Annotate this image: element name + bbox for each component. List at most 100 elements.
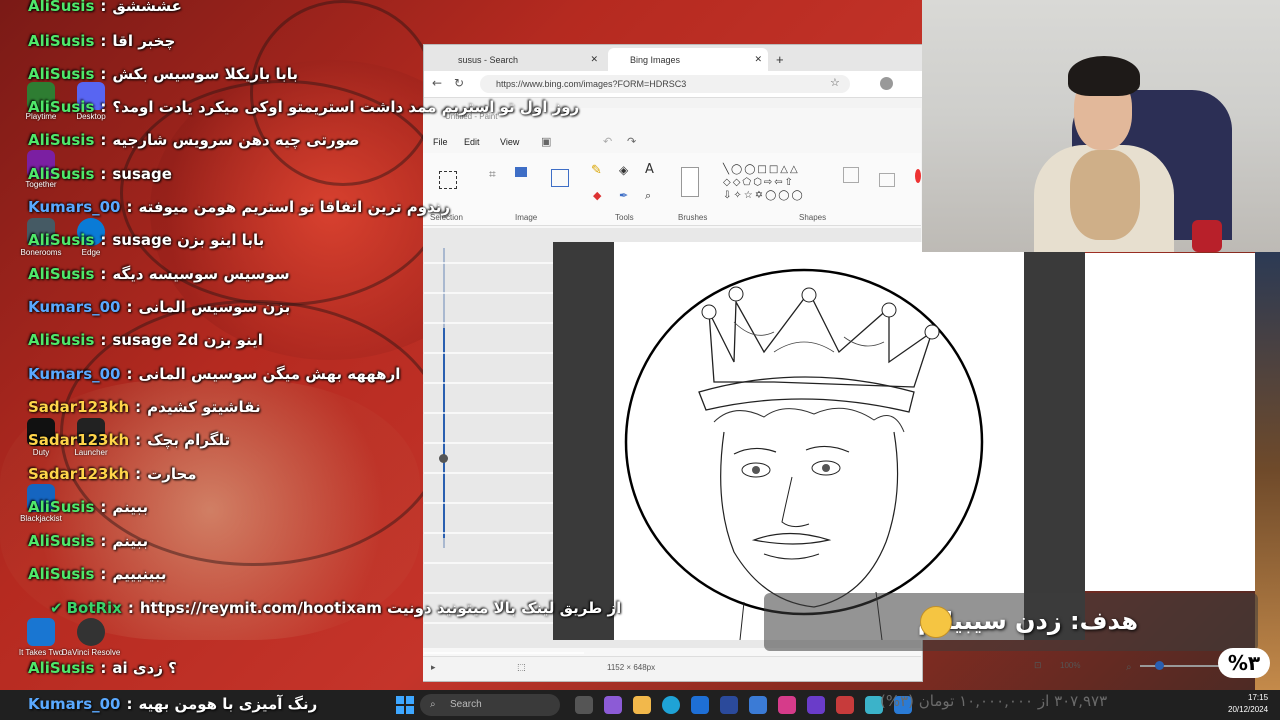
chat-message-text: ببینم [112,532,149,550]
copilot-icon[interactable] [604,696,622,714]
fill-shape-icon[interactable] [879,173,895,187]
chat-message-text: ارهههه بهش میگن سوسیس المانی [138,365,401,383]
fit-icon[interactable]: ⊡ [1034,661,1042,671]
chat-separator: : [100,331,107,349]
chat-separator: : [100,98,107,116]
chat-message: AliSusis: susage [14,160,172,188]
drawing-canvas[interactable] [614,242,1024,641]
undo-icon[interactable]: ↶ [603,135,612,148]
chat-username: AliSusis [28,659,95,677]
magnifier-icon[interactable]: ⌕ [645,189,651,203]
fill-icon[interactable]: ◈ [619,163,628,177]
chat-separator: : [126,298,133,316]
rider-icon[interactable] [807,696,825,714]
chat-separator: : [100,659,107,677]
chat-separator: : [126,365,133,383]
zoom-level[interactable]: 100% [1060,661,1080,670]
chat-username: AliSusis [28,565,95,583]
chat-message-text: سوسیس سوسیسه دیگه [112,265,290,283]
chat-message: AliSusis: صورتی چیه دهن سرویس شارجیه [14,126,360,154]
chat-username: AliSusis [28,32,95,50]
chat-message: Kumars_00: بزن سوسیس المانی [14,293,290,321]
surprised-emoji-icon [920,606,952,638]
taskbar-clock[interactable]: 17:15 20/12/2024 [1228,692,1268,716]
tab-bing-images[interactable]: Bing Images ✕ [608,48,768,71]
new-tab-button[interactable]: + [776,48,796,71]
donation-goal-banner: هدف: زدن سیبیلام [764,593,1258,651]
search-icon: ⌕ [430,699,436,710]
brushes-icon[interactable] [681,167,699,197]
outline-icon[interactable] [843,167,859,183]
chat-message-text: susage [112,165,172,183]
canvas-extension [1085,253,1255,591]
zoom-out-icon[interactable]: ⌕ [1126,662,1132,673]
chat-message-text: ai ؟ زدی [112,659,177,677]
chat-separator: : [135,398,142,416]
shirt-graphic [1070,150,1140,240]
chat-username: Sadar123kh [28,465,130,483]
zoom-slider[interactable] [1140,665,1220,667]
redo-icon[interactable]: ↷ [627,135,636,148]
task-view-icon[interactable] [575,696,593,714]
chat-username: AliSusis [28,165,95,183]
chat-message: AliSusis: ببینم [14,493,148,521]
chat-message: Kumars_00: رندوم ترین اتفاقا تو استریم هو… [14,193,450,221]
chat-message: ✔ BotRix: https://reymit.com/hootixam از ط… [50,594,621,622]
paint-icon[interactable] [749,696,767,714]
close-icon[interactable]: ✕ [754,54,762,65]
chat-separator: : [135,431,142,449]
chat-separator: : [100,532,107,550]
edge-icon[interactable] [662,696,680,714]
close-icon[interactable]: ✕ [590,54,598,65]
zoom-slider-thumb[interactable] [1155,661,1164,670]
tab-bing-images-label: Bing Images [630,54,681,65]
group-label-shapes: Shapes [799,213,827,222]
chat-separator: : [100,565,107,583]
chat-message: AliSusis: ai ؟ زدی [14,654,177,682]
chat-message-text: رندوم ترین اتفاقا تو استریم هومن میوفته [138,198,451,216]
chat-separator: : [127,599,134,617]
taskbar-search-label: Search [450,699,482,710]
chat-username: Sadar123kh [28,398,130,416]
file-explorer-icon[interactable] [633,696,651,714]
store-icon[interactable] [720,696,738,714]
color-swatch[interactable] [915,169,921,183]
chat-separator: : [135,465,142,483]
chat-separator: : [100,165,107,183]
instagram-icon[interactable] [778,696,796,714]
chat-message: AliSusis: چخبر اقا [14,27,175,55]
chrome-icon[interactable] [836,696,854,714]
chat-username: BotRix [66,599,122,617]
text-icon[interactable]: A [645,162,654,177]
chat-separator: : [126,695,133,713]
taskbar-search[interactable]: ⌕ Search [420,694,560,716]
dropbox-icon[interactable] [691,696,709,714]
shapes-gallery[interactable]: ╲◯◯□□△△ ◇◇⬠⬡⇨⇦⇧ ⇩✧☆✡◯◯◯ [723,163,833,202]
chat-username: Kumars_00 [28,298,121,316]
clock-date: 20/12/2024 [1228,705,1269,714]
chat-message-text: نقاشیتو کشیدم [147,398,261,416]
chat-separator: : [100,0,107,15]
red-cup [1192,220,1222,252]
group-label-tools: Tools [615,213,634,222]
chat-username: AliSusis [28,532,95,550]
chat-message-text: صورتی چیه دهن سرویس شارجیه [112,131,360,149]
person-hair [1068,56,1140,96]
chat-username: AliSusis [28,331,95,349]
chat-message-text: چخبر اقا [112,32,176,50]
chat-message: AliSusis: روز اول تو استریم ممد داشت استر… [14,93,579,121]
profile-avatar[interactable] [880,77,893,90]
chat-message-text: susage 2d اینو بزن [112,331,263,349]
chat-message: AliSusis: عشششق [14,0,182,20]
color-picker-icon[interactable]: ✒ [619,189,628,202]
chat-message-text: susage بابا اینو بزن [112,231,265,249]
chat-username: AliSusis [28,98,95,116]
chat-separator: : [100,265,107,283]
eraser-icon[interactable]: ◆ [593,189,601,202]
pencil-icon[interactable]: ✎ [591,163,602,178]
verified-check-icon: ✔ [50,599,63,617]
chat-message-text: رنگ آمیزی با هومن بهیه [138,695,318,713]
favorite-star-icon[interactable]: ☆ [830,76,840,89]
group-label-brushes: Brushes [678,213,708,222]
windows-start-icon[interactable] [396,696,414,714]
